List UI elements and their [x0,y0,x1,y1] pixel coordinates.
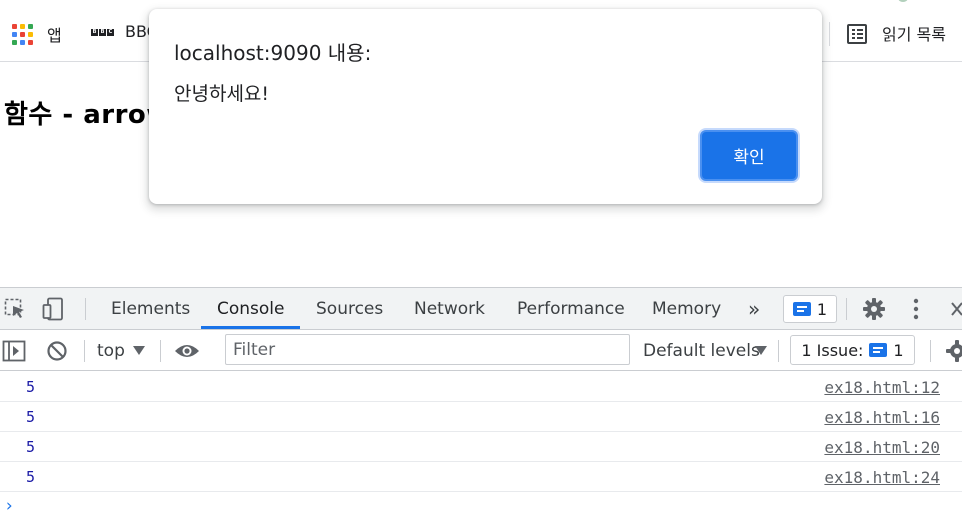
issues-badge[interactable]: 1 Issue: 1 [790,335,915,365]
bookmarks-divider [829,22,830,46]
console-row: 5 ex18.html:16 [0,402,962,432]
log-source-link[interactable]: ex18.html:12 [824,378,940,397]
apps-grid-icon[interactable] [12,24,34,46]
log-value: 5 [26,438,36,456]
log-levels-dropdown-icon[interactable] [755,346,767,356]
log-value: 5 [26,468,36,486]
alert-message: 안녕하세요! [174,83,270,105]
filter-input[interactable] [225,334,630,365]
close-devtools-icon[interactable] [950,301,962,317]
console-row: 5 ex18.html:20 [0,432,962,462]
tab-network[interactable]: Network [414,288,485,330]
issues-label: 1 Issue: [801,340,864,360]
devtools-tab-bar: Elements Console Sources Network Perform… [0,288,962,330]
apps-dot [20,32,25,37]
message-icon [792,302,811,316]
settings-gear-icon[interactable] [862,297,886,321]
console-output: 5 ex18.html:12 5 ex18.html:16 5 ex18.htm… [0,372,962,516]
bbc-logo-letter: B [91,29,98,36]
more-options-icon[interactable] [910,298,922,320]
toolbar-divider [160,340,161,362]
bbc-logo-letter: C [107,29,114,36]
context-selector[interactable]: top [97,331,125,371]
sidebar-toggle-icon[interactable] [2,340,26,362]
tab-elements[interactable]: Elements [111,288,190,330]
apps-dot [28,24,33,29]
inspect-element-icon[interactable] [4,298,28,320]
toolbar-divider [84,340,85,362]
page-heading: 함수 - arrow [4,100,171,130]
alert-title: localhost:9090 내용: [174,41,372,65]
more-tabs-chevron-icon[interactable]: » [748,288,760,330]
messages-count: 1 [816,299,828,319]
ok-button[interactable]: 확인 [700,130,798,181]
console-row: 5 ex18.html:12 [0,372,962,402]
toolbar-divider [778,340,779,362]
bookmark-apps[interactable]: 앱 [47,22,62,46]
tab-console[interactable]: Console [217,288,285,330]
bbc-logo-letter: B [99,29,106,36]
log-source-link[interactable]: ex18.html:16 [824,408,940,427]
tab-sources[interactable]: Sources [316,288,383,330]
devtools-panel: Elements Console Sources Network Perform… [0,287,962,531]
tab-performance[interactable]: Performance [517,288,625,330]
console-row: 5 ex18.html:24 [0,462,962,492]
console-toolbar: top Default levels 1 Issue: 1 [0,331,962,371]
messages-badge[interactable]: 1 [783,295,837,323]
toolbar-divider [930,340,931,362]
apps-dot [20,40,25,45]
context-dropdown-icon[interactable] [133,346,145,356]
tab-divider [85,298,86,320]
apps-dot [12,24,17,29]
clear-console-icon[interactable] [46,340,68,362]
apps-dot [20,24,25,29]
issues-count: 1 [893,340,904,360]
issue-message-icon [869,343,888,357]
tab-divider [846,298,847,320]
extension-badge-icon [898,0,908,2]
live-expression-eye-icon[interactable] [174,343,200,359]
log-value: 5 [26,378,36,396]
device-toolbar-icon[interactable] [42,297,68,321]
log-source-link[interactable]: ex18.html:20 [824,438,940,457]
log-value: 5 [26,408,36,426]
apps-dot [12,32,17,37]
reading-list-icon[interactable] [847,24,867,44]
reading-list-label[interactable]: 읽기 목록 [882,21,946,45]
console-prompt-icon[interactable]: › [4,496,14,516]
apps-dot [28,32,33,37]
log-source-link[interactable]: ex18.html:24 [824,468,940,487]
alert-dialog: localhost:9090 내용: 안녕하세요! 확인 [149,9,822,204]
apps-dot [12,40,17,45]
active-tab-indicator [201,326,300,329]
log-levels-selector[interactable]: Default levels [643,331,760,371]
tab-memory[interactable]: Memory [652,288,721,330]
console-settings-gear-icon[interactable] [945,339,962,363]
bbc-logo-icon: B B C [91,29,114,36]
apps-dot [28,40,33,45]
